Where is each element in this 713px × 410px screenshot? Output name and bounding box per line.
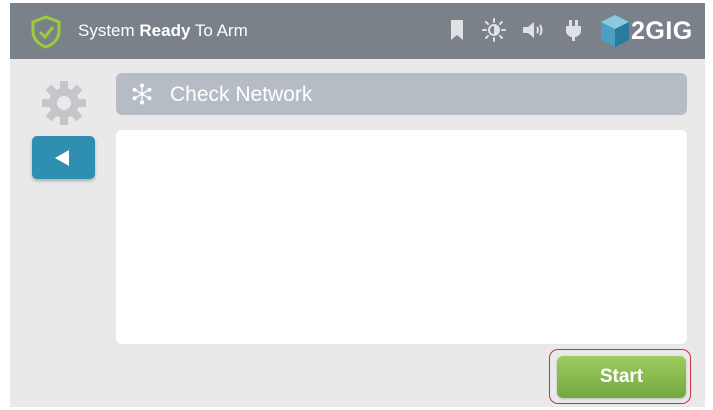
plug-icon [566,20,581,41]
status-bar: System Ready To Arm 2GIG [10,3,705,59]
gear-icon [42,81,86,125]
status-suffix: To Arm [190,21,248,40]
status-prefix: System [78,21,140,40]
app-window: System Ready To Arm 2GIG Check Network S… [10,3,705,407]
back-arrow-icon [55,150,69,166]
status-bold: Ready [139,21,191,40]
page-title-bar: Check Network [116,73,687,115]
bookmark-icon[interactable] [444,17,470,43]
shield-check-icon [31,15,61,49]
back-button[interactable] [32,136,95,179]
system-status: System Ready To Arm [78,21,248,41]
volume-icon[interactable] [520,17,546,43]
start-button[interactable]: Start [557,356,686,398]
network-icon [132,83,152,105]
page-title: Check Network [170,83,313,106]
brand-logo-icon [601,15,629,47]
brand-logo-text: 2GIG [631,17,693,45]
results-panel [116,130,687,344]
brightness-icon[interactable] [481,17,507,43]
